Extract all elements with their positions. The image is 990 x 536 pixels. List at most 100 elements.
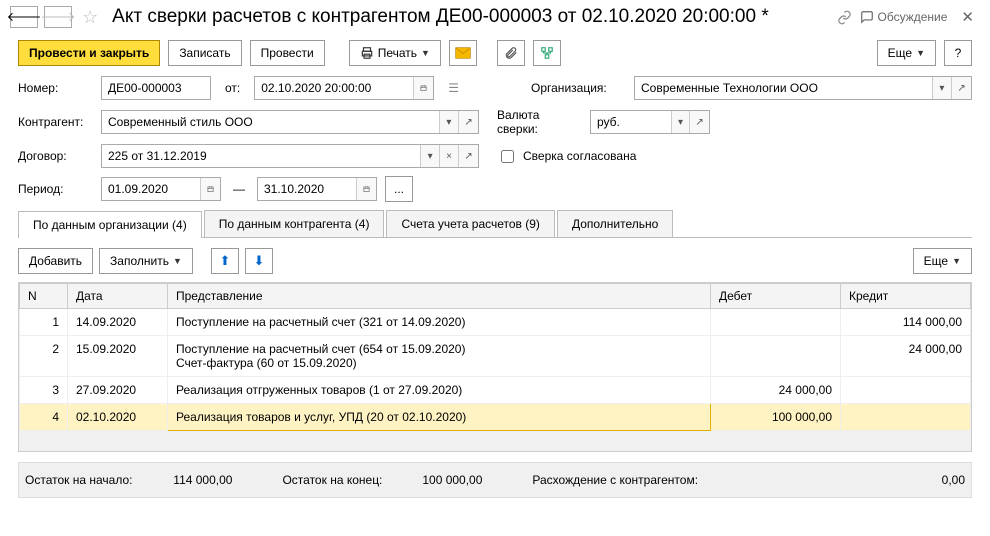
tab-counterparty-data[interactable]: По данным контрагента (4)	[204, 210, 385, 237]
from-label: от:	[219, 81, 246, 95]
calendar-icon[interactable]	[413, 77, 433, 99]
currency-input[interactable]	[591, 111, 671, 133]
back-button[interactable]: 🡐	[10, 6, 38, 28]
attachment-button[interactable]	[497, 40, 525, 66]
dropdown-icon[interactable]: ▾	[420, 145, 439, 167]
cell-credit[interactable]	[841, 404, 971, 431]
diff-label: Расхождение с контрагентом:	[532, 473, 698, 487]
link-icon[interactable]	[837, 10, 852, 25]
table-row[interactable]: 402.10.2020Реализация товаров и услуг, У…	[20, 404, 971, 431]
cell-credit[interactable]: 114 000,00	[841, 309, 971, 336]
help-button[interactable]: ?	[944, 40, 972, 66]
discussion-button[interactable]: Обсуждение	[860, 10, 948, 24]
dropdown-icon[interactable]: ▾	[932, 77, 951, 99]
move-down-button[interactable]: ⬇	[245, 248, 273, 274]
open-icon[interactable]: ↗	[951, 77, 971, 99]
structure-button[interactable]	[533, 40, 561, 66]
cell-date[interactable]: 02.10.2020	[68, 404, 168, 431]
col-debit[interactable]: Дебет	[711, 284, 841, 309]
col-n[interactable]: N	[20, 284, 68, 309]
end-balance-label: Остаток на конец:	[282, 473, 382, 487]
list-icon[interactable]: ☰	[442, 81, 465, 95]
forward-button[interactable]: 🡒	[44, 6, 72, 28]
diff-value: 0,00	[708, 473, 965, 487]
agreed-label: Сверка согласована	[523, 149, 636, 163]
cell-repr[interactable]: Реализация отгруженных товаров (1 от 27.…	[168, 377, 711, 404]
col-repr[interactable]: Представление	[168, 284, 711, 309]
number-input[interactable]	[102, 77, 210, 99]
settlement-table: N Дата Представление Дебет Кредит 114.09…	[19, 283, 971, 431]
cell-date[interactable]: 27.09.2020	[68, 377, 168, 404]
cell-repr[interactable]: Поступление на расчетный счет (654 от 15…	[168, 336, 711, 377]
save-button[interactable]: Записать	[168, 40, 241, 66]
cell-n[interactable]: 4	[20, 404, 68, 431]
cell-credit[interactable]: 24 000,00	[841, 336, 971, 377]
cell-debit[interactable]: 24 000,00	[711, 377, 841, 404]
chevron-down-icon: ▼	[173, 256, 182, 266]
table-row[interactable]: 215.09.2020Поступление на расчетный счет…	[20, 336, 971, 377]
cell-debit[interactable]	[711, 309, 841, 336]
cell-debit[interactable]: 100 000,00	[711, 404, 841, 431]
chevron-down-icon: ▼	[421, 48, 430, 58]
summary-bar: Остаток на начало: 114 000,00 Остаток на…	[18, 462, 972, 498]
counterparty-label: Контрагент:	[18, 115, 93, 129]
dropdown-icon[interactable]: ▾	[439, 111, 458, 133]
email-button[interactable]	[449, 40, 477, 66]
close-button[interactable]: ✕	[955, 8, 980, 26]
dropdown-icon[interactable]: ▾	[671, 111, 689, 133]
add-row-button[interactable]: Добавить	[18, 248, 93, 274]
date-input[interactable]	[255, 77, 413, 99]
tab-accounts[interactable]: Счета учета расчетов (9)	[386, 210, 554, 237]
period-label: Период:	[18, 182, 93, 196]
cell-debit[interactable]	[711, 336, 841, 377]
calendar-icon[interactable]	[356, 178, 376, 200]
cell-credit[interactable]	[841, 377, 971, 404]
table-row[interactable]: 114.09.2020Поступление на расчетный счет…	[20, 309, 971, 336]
org-input[interactable]	[635, 77, 932, 99]
end-balance-value: 100 000,00	[392, 473, 482, 487]
agreed-checkbox[interactable]	[501, 150, 514, 163]
cell-n[interactable]: 3	[20, 377, 68, 404]
cell-repr[interactable]: Реализация товаров и услуг, УПД (20 от 0…	[168, 404, 711, 431]
email-icon	[455, 47, 471, 59]
col-date[interactable]: Дата	[68, 284, 168, 309]
contract-input[interactable]	[102, 145, 420, 167]
cell-repr[interactable]: Поступление на расчетный счет (321 от 14…	[168, 309, 711, 336]
start-balance-label: Остаток на начало:	[25, 473, 132, 487]
contract-label: Договор:	[18, 149, 93, 163]
cell-n[interactable]: 2	[20, 336, 68, 377]
more-button[interactable]: Еще ▼	[877, 40, 936, 66]
printer-icon	[360, 46, 374, 60]
tab-org-data[interactable]: По данным организации (4)	[18, 211, 202, 238]
move-up-button[interactable]: ⬆	[211, 248, 239, 274]
favorite-star-icon[interactable]: ☆	[78, 7, 102, 28]
tab-additional[interactable]: Дополнительно	[557, 210, 673, 237]
chevron-down-icon: ▼	[916, 48, 925, 58]
chevron-down-icon: ▼	[952, 256, 961, 266]
paperclip-icon	[504, 46, 518, 60]
org-label: Организация:	[531, 81, 626, 95]
submit-button[interactable]: Провести	[250, 40, 325, 66]
period-to-input[interactable]	[258, 178, 356, 200]
open-icon[interactable]: ↗	[458, 145, 478, 167]
period-from-input[interactable]	[102, 178, 200, 200]
print-button[interactable]: Печать ▼	[349, 40, 441, 66]
cell-date[interactable]: 15.09.2020	[68, 336, 168, 377]
open-icon[interactable]: ↗	[458, 111, 478, 133]
col-credit[interactable]: Кредит	[841, 284, 971, 309]
period-select-button[interactable]: ...	[385, 176, 413, 202]
fill-button[interactable]: Заполнить ▼	[99, 248, 193, 274]
table-more-button[interactable]: Еще ▼	[913, 248, 972, 274]
counterparty-input[interactable]	[102, 111, 439, 133]
open-icon[interactable]: ↗	[689, 111, 709, 133]
clear-icon[interactable]: ×	[439, 145, 458, 167]
table-footer-spacer	[19, 431, 971, 451]
cell-date[interactable]: 14.09.2020	[68, 309, 168, 336]
start-balance-value: 114 000,00	[142, 473, 232, 487]
cell-n[interactable]: 1	[20, 309, 68, 336]
submit-and-close-button[interactable]: Провести и закрыть	[18, 40, 160, 66]
table-row[interactable]: 327.09.2020Реализация отгруженных товаро…	[20, 377, 971, 404]
tree-icon	[540, 46, 554, 60]
period-separator: —	[229, 182, 249, 196]
calendar-icon[interactable]	[200, 178, 220, 200]
